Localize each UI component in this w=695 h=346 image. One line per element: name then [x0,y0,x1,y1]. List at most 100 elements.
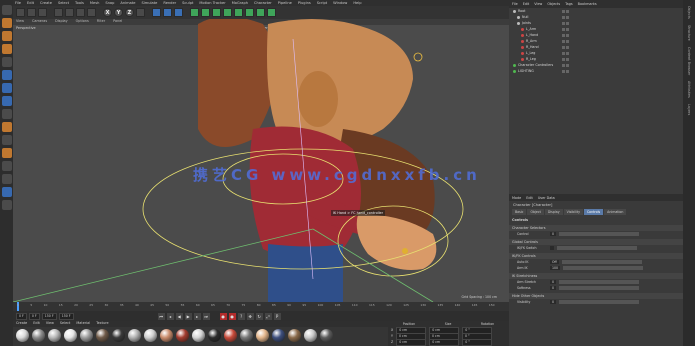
material-swatch[interactable] [304,329,317,342]
menu-plugins[interactable]: Plugins [298,1,311,5]
render-visibility-icon[interactable] [566,33,569,37]
dock-tab-objects[interactable]: Objects [687,6,691,19]
rotation-key-icon[interactable]: ↻ [255,312,263,320]
attr-menu-edit[interactable]: Edit [526,196,533,200]
object-visibility-flags[interactable] [562,27,569,31]
material-swatch[interactable] [16,329,29,342]
edit-render-settings-icon[interactable] [174,8,183,17]
goto-start-icon[interactable]: ⏮ [157,312,165,320]
tab-controls[interactable]: Controls [583,209,604,215]
attribute-slider[interactable] [559,286,640,290]
scale-icon[interactable] [65,8,74,17]
object-visibility-flags[interactable] [562,51,569,55]
material-swatch[interactable] [272,329,285,342]
menu-select[interactable]: Select [58,1,69,5]
recent-icon[interactable] [87,8,96,17]
rotate-icon[interactable] [76,8,85,17]
attribute-value-field[interactable]: 0 [550,280,557,284]
tab-visibility[interactable]: Visibility [563,209,583,215]
y-axis-icon[interactable]: Y [114,8,123,17]
attribute-value-field[interactable]: 100 [550,266,561,270]
tab-animation[interactable]: Animation [604,209,627,215]
tab-basic[interactable]: Basic [512,209,527,215]
material-swatch[interactable] [128,329,141,342]
editor-visibility-icon[interactable] [562,51,565,55]
render-visibility-icon[interactable] [566,21,569,25]
render-visibility-icon[interactable] [566,57,569,61]
model-mode-icon[interactable] [1,18,12,28]
editor-visibility-icon[interactable] [562,27,565,31]
editor-visibility-icon[interactable] [562,63,565,67]
current-frame-field[interactable]: 0 F [16,312,27,320]
menu-script[interactable]: Script [317,1,327,5]
redo-icon[interactable] [27,8,36,17]
floor-icon[interactable] [245,8,254,17]
menu-edit[interactable]: Edit [27,1,34,5]
object-visibility-flags[interactable] [562,69,569,73]
menu-help[interactable]: Help [353,1,361,5]
editor-visibility-icon[interactable] [562,9,565,13]
next-key-icon[interactable]: ▸ [193,312,201,320]
z-axis-icon[interactable]: Z [125,8,134,17]
editor-visibility-icon[interactable] [562,21,565,25]
object-visibility-flags[interactable] [562,63,569,67]
menu-render[interactable]: Render [163,1,176,5]
render-visibility-icon[interactable] [566,39,569,43]
render-visibility-icon[interactable] [566,15,569,19]
live-select-icon[interactable] [38,8,47,17]
goto-end-icon[interactable]: ⏭ [202,312,210,320]
object-visibility-flags[interactable] [562,21,569,25]
edges-mode-icon[interactable] [1,70,12,80]
world-coords-icon[interactable] [136,8,145,17]
menu-tools[interactable]: Tools [75,1,84,5]
make-editable-icon[interactable] [1,5,12,15]
polygons-mode-icon[interactable] [1,83,12,93]
material-menu-material[interactable]: Material [76,321,90,327]
dock-tab-attributes[interactable]: Attributes [687,81,691,98]
material-swatch[interactable] [288,329,301,342]
menu-character[interactable]: Character [254,1,272,5]
menu-mograph[interactable]: MoGraph [232,1,248,5]
subdivision-icon[interactable] [212,8,221,17]
menu-animate[interactable]: Animate [120,1,135,5]
solo-icon[interactable] [1,161,12,171]
material-swatch[interactable] [96,329,109,342]
object-visibility-flags[interactable] [562,9,569,13]
attribute-value-field[interactable]: Off [550,260,559,264]
array-icon[interactable] [223,8,232,17]
undo-icon[interactable] [16,8,25,17]
editor-visibility-icon[interactable] [562,69,565,73]
axis-mode-icon[interactable] [1,44,12,54]
play-backward-icon[interactable]: ◀ [175,312,183,320]
attribute-slider[interactable] [561,260,642,264]
editor-visibility-icon[interactable] [562,15,565,19]
menu-mesh[interactable]: Mesh [90,1,99,5]
material-swatch[interactable] [256,329,269,342]
enable-axis-icon[interactable] [1,96,12,106]
editor-visibility-icon[interactable] [562,39,565,43]
preview-max-field[interactable]: 150 F [58,312,74,320]
tab-object[interactable]: Object [527,209,544,215]
material-swatch[interactable] [32,329,45,342]
material-swatch[interactable] [240,329,253,342]
object-menu-view[interactable]: View [534,2,542,6]
object-menu-file[interactable]: File [512,2,518,6]
min-frame-field[interactable]: 0 F [28,312,40,320]
attribute-value-field[interactable]: 0 [550,300,557,304]
material-swatch[interactable] [112,329,125,342]
material-swatch[interactable] [224,329,237,342]
dock-tab-content-browser[interactable]: Content Browser [687,47,691,75]
object-menu-objects[interactable]: Objects [547,2,560,6]
object-menu-edit[interactable]: Edit [523,2,530,6]
editor-visibility-icon[interactable] [562,57,565,61]
render-visibility-icon[interactable] [566,63,569,67]
coord-position-field[interactable]: 0 cm [396,338,427,346]
attribute-slider[interactable] [563,266,644,270]
max-frame-field[interactable]: 150 F [41,312,57,320]
render-view-icon[interactable] [152,8,161,17]
3d-viewport[interactable]: View Cameras Display Options Filter Panel Per… [13,19,509,302]
autokey-icon[interactable]: ● [228,312,236,320]
editor-visibility-icon[interactable] [562,33,565,37]
coord-rotation-field[interactable]: 0 ° [462,338,493,346]
menu-sculpt[interactable]: Sculpt [182,1,193,5]
